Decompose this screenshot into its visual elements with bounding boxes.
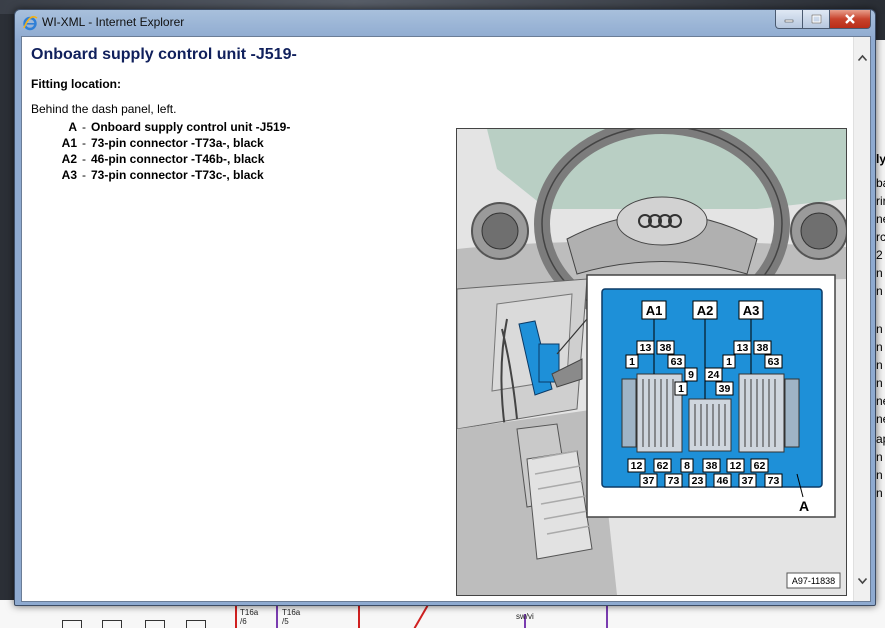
pin-label: 13 — [640, 342, 652, 354]
pin-label: 12 — [730, 460, 742, 472]
scroll-up-arrow-icon[interactable] — [857, 53, 868, 64]
pin-label: 73 — [768, 475, 780, 487]
location-text: Behind the dash panel, left. — [31, 102, 177, 116]
legend-label: Onboard supply control unit -J519- — [91, 120, 291, 134]
legend-item: A2-46-pin connector -T46b-, black — [31, 151, 290, 167]
close-icon — [845, 14, 855, 24]
bg-wire — [413, 605, 429, 628]
bg-fragment: n — [876, 358, 883, 372]
minimize-icon — [784, 19, 794, 23]
bg-label: T16a — [240, 608, 259, 617]
legend-label: 46-pin connector -T46b-, black — [91, 152, 265, 166]
legend-key: A2 — [61, 152, 77, 166]
connector-label: A1 — [646, 303, 663, 318]
bg-label: sw/vi — [516, 612, 534, 621]
bg-wire — [276, 606, 278, 628]
pin-label: 38 — [660, 342, 672, 354]
bg-wire — [235, 606, 237, 628]
unit-label: A — [799, 498, 809, 514]
bg-diagram-box — [186, 620, 206, 628]
bg-label: T16a — [282, 608, 301, 617]
scroll-down-arrow-icon[interactable] — [857, 575, 868, 586]
bg-wire — [358, 606, 360, 628]
page-title: Onboard supply control unit -J519- — [31, 46, 297, 63]
close-button[interactable] — [829, 10, 871, 29]
pin-label: 13 — [737, 342, 749, 354]
maximize-icon — [811, 14, 821, 24]
bg-label: /6 — [240, 617, 247, 626]
pin-label: 23 — [692, 475, 704, 487]
pin-label: 46 — [717, 475, 729, 487]
pin-label: 1 — [726, 356, 732, 368]
bg-fragment: 2 — [876, 248, 883, 262]
bg-fragment: rir — [876, 194, 885, 208]
connector-label: A2 — [697, 303, 714, 318]
bg-fragment: n — [876, 468, 883, 482]
bg-diagram-box — [145, 620, 165, 628]
connector-a2 — [688, 398, 732, 452]
pin-label: 37 — [643, 475, 655, 487]
pin-label: 12 — [631, 460, 643, 472]
bg-fragment: ap — [876, 432, 885, 446]
maximize-button[interactable] — [802, 10, 830, 29]
bg-fragment: ba — [876, 176, 885, 190]
legend-key: A — [68, 120, 77, 134]
pin-label: 63 — [671, 356, 683, 368]
pin-label: 38 — [757, 342, 769, 354]
bg-fragment: ne — [876, 212, 885, 226]
vertical-scrollbar[interactable] — [853, 37, 870, 601]
bg-fragment: n — [876, 266, 883, 280]
bg-fragment: n — [876, 340, 883, 354]
pin-label: 39 — [719, 383, 731, 395]
bg-fragment: n — [876, 450, 883, 464]
pin-label: 1 — [629, 356, 635, 368]
bg-fragment: n — [876, 376, 883, 390]
internet-explorer-icon — [23, 15, 38, 31]
legend-item: A - Onboard supply control unit -J519- — [31, 119, 290, 135]
legend-item: A3-73-pin connector -T73c-, black — [31, 167, 290, 183]
window-title: WI-XML - Internet Explorer — [42, 15, 185, 29]
bg-diagram-box — [102, 620, 122, 628]
connector-a3 — [738, 373, 785, 453]
legend-label: 73-pin connector -T73c-, black — [91, 168, 264, 182]
section-heading: Fitting location: — [31, 77, 121, 91]
fitting-location-figure: A1 A2 A3 13 38 1 63 9 24 1 39 13 38 1 63… — [456, 128, 847, 596]
pin-label: 62 — [754, 460, 766, 472]
legend-label: 73-pin connector -T73a-, black — [91, 136, 264, 150]
pin-label: 62 — [657, 460, 669, 472]
pin-label: 73 — [668, 475, 680, 487]
bg-diagram-box — [62, 620, 82, 628]
title-bar[interactable]: WI-XML - Internet Explorer — [15, 10, 875, 36]
legend-item: A1-73-pin connector -T73a-, black — [31, 135, 290, 151]
bg-fragment: n — [876, 284, 883, 298]
legend-key: A1 — [61, 136, 77, 150]
bg-fragment: ly — [876, 152, 885, 166]
pin-label: 8 — [684, 460, 690, 472]
bg-fragment: ne — [876, 394, 885, 408]
page-viewport: Onboard supply control unit -J519- Fitti… — [21, 36, 871, 602]
bg-fragment: ne — [876, 412, 885, 426]
pin-label: 1 — [678, 383, 684, 395]
pin-label: 37 — [742, 475, 754, 487]
bg-fragment: n — [876, 322, 883, 336]
bg-fragment: rc — [876, 230, 885, 244]
pin-label: 9 — [688, 369, 694, 381]
image-id: A97-11838 — [792, 576, 835, 586]
bg-fragment: n — [876, 486, 883, 500]
connector-label: A3 — [743, 303, 760, 318]
minimize-button[interactable] — [775, 10, 803, 29]
pin-label: 63 — [768, 356, 780, 368]
legend-list: A - Onboard supply control unit -J519- A1-… — [31, 119, 291, 183]
document-content: Onboard supply control unit -J519- Fitti… — [22, 37, 852, 601]
pin-label: 38 — [706, 460, 718, 472]
ie-window: WI-XML - Internet Explorer Onboard suppl… — [14, 9, 876, 606]
bg-label: /5 — [282, 617, 289, 626]
bg-wire — [606, 606, 608, 628]
pin-label: 24 — [708, 369, 720, 381]
legend-key: A3 — [61, 168, 77, 182]
